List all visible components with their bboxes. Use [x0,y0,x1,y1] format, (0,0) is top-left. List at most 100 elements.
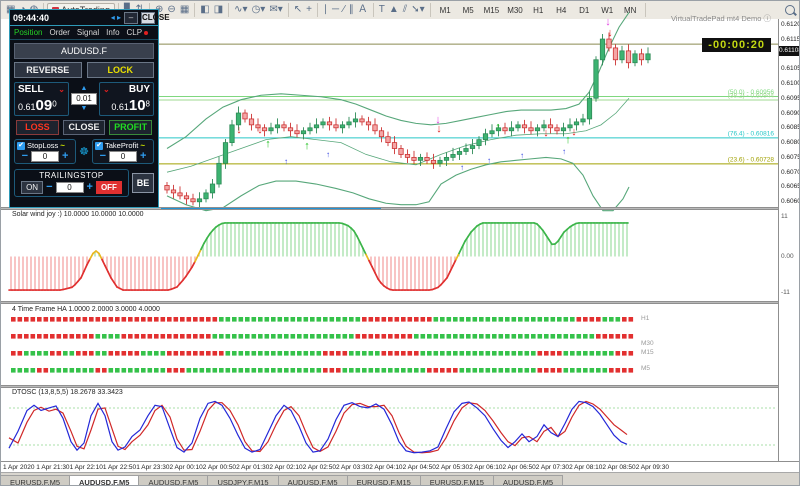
tp-minus-button[interactable]: − [100,151,106,162]
dropdown-icon[interactable]: ∿▾ [234,3,247,17]
shape-tool-icon[interactable]: T [379,3,385,17]
timeframe-button-d1[interactable]: D1 [574,4,595,17]
sl-minus-button[interactable]: − [22,151,28,162]
chart-tab[interactable]: AUDUSD.F,M5 [138,475,209,485]
shape-tool-icon[interactable]: ➘▾ [411,3,424,17]
timeframe-button-m15[interactable]: M15 [481,4,503,17]
price-tick: 0.6100 [781,79,800,87]
takeprofit-checkbox[interactable]: ✔ [95,141,103,150]
price-tick: 0.6060 [781,198,800,206]
panel-tab-order[interactable]: Order [49,28,69,37]
timeframe-button-m1[interactable]: M1 [435,4,456,17]
time-tick-label: 2 Apr 01:30 [236,464,270,471]
breakeven-button[interactable]: BE [132,173,154,193]
sell-button[interactable]: SELL ⌄ 0.61090 [14,82,69,116]
minimize-button[interactable]: – [124,11,138,24]
lock-button[interactable]: LOCK [86,62,154,78]
tp-plus-button[interactable]: + [140,151,146,162]
time-tick-label: 2 Apr 00:50 [202,464,237,471]
stoploss-group: ✔ StopLoss ~ − 0 + [14,139,76,164]
price-axis[interactable]: 0.61200.61150.61100.61050.61000.60950.60… [778,19,800,461]
info-icon[interactable]: ⓘ [764,14,772,23]
symbol-button[interactable]: AUDUSD.F [14,43,154,59]
toolbar-cursor-icons: ↖ + [289,3,318,17]
chart-tab[interactable]: AUDUSD.F,M5 [69,475,140,485]
lot-stepper[interactable]: ▲ 0.01 ▼ [71,82,97,116]
lot-down-icon[interactable]: ▼ [81,105,88,112]
chart-tab[interactable]: EURUSD.F,M15 [419,475,494,485]
draw-tool-icon[interactable]: ∥ [349,3,354,17]
panel-tab-info[interactable]: Info [106,28,119,37]
close-button[interactable]: CLOSE [141,11,170,24]
tf4-row-label: M15 [641,349,654,356]
timeframe-button-w1[interactable]: W1 [597,4,618,17]
panel-clock: 09:44:40 [13,12,50,23]
panel-tab-signal[interactable]: Signal [77,28,99,37]
panel-tab-position[interactable]: Position [14,28,42,37]
zoom-icon[interactable]: ▦ [180,3,189,17]
tp-value[interactable]: 0 [109,151,137,162]
timeframe-button-m30[interactable]: M30 [504,4,526,17]
chart-tab[interactable]: USDJPY.F,M15 [207,475,279,485]
price-tick: 0.6120 [781,20,800,28]
shape-tool-icon[interactable]: ▲ [389,3,399,17]
window-arrange-icon[interactable]: ◧ [200,3,209,17]
toolbar-shape-icons: T ▲ ⫽ ➘▾ [374,3,431,17]
trail-on-button[interactable]: ON [21,181,44,194]
shape-tool-icon[interactable]: ⫽ [403,3,407,17]
current-price-box: 0.61108 [779,46,800,57]
chart-tab[interactable]: EURUSD.F,M15 [346,475,421,485]
timeframe-button-mn[interactable]: MN [620,4,641,17]
sl-value[interactable]: 0 [31,151,59,162]
dropdown-icon[interactable]: ✉▾ [269,3,282,17]
buy-label: BUY [128,84,150,95]
panel-tab-clp[interactable]: CLP [127,28,149,37]
close-loss-button[interactable]: LOSS [16,120,59,135]
time-tick-label: 2 Apr 04:50 [402,464,436,471]
sl-plus-button[interactable]: + [62,151,68,162]
time-tick-label: 2 Apr 02:10 [269,464,303,471]
time-tick-label: 1 Apr 22:10 [69,464,103,471]
trail-off-button[interactable]: OFF [95,181,122,194]
price-tick: 0.6105 [781,65,800,73]
trailingstop-group: TRAILINGSTOP ON − 0 + OFF [14,169,129,197]
price-tick: 0.6065 [781,183,800,191]
buy-button[interactable]: ⌄ BUY 0.61108 [99,82,154,116]
cursor-tool-icon[interactable]: + [306,3,312,17]
panel-nav-arrows[interactable]: ◂ ▸ [111,13,121,22]
cursor-tool-icon[interactable]: ↖ [294,3,302,17]
chart-tab[interactable]: AUDUSD.F,M5 [492,475,563,485]
dtosc-label: DTOSC (13,8,5,5) 18.2678 33.3423 [12,389,123,396]
stoploss-checkbox[interactable]: ✔ [17,141,25,150]
dropdown-icon[interactable]: ◷▾ [252,3,266,17]
gear-icon[interactable]: ☸ [77,145,91,158]
timeframe-button-m5[interactable]: M5 [458,4,479,17]
pane-separator-3[interactable] [1,385,799,388]
draw-tool-icon[interactable]: ─ [332,3,339,17]
timeframe-button-h4[interactable]: H4 [551,4,572,17]
chart-tab[interactable]: EURUSD.F,M5 [1,475,71,485]
lot-value[interactable]: 0.01 [71,93,97,105]
timeframe-button-h1[interactable]: H1 [528,4,549,17]
close-all-button[interactable]: CLOSE [62,120,106,135]
lot-up-icon[interactable]: ▲ [81,85,88,92]
window-arrange-icon[interactable]: ◨ [214,3,223,17]
trail-plus-button[interactable]: + [87,182,93,193]
search-icon[interactable] [785,5,795,15]
takeprofit-label: TakeProfit [105,141,139,150]
chevron-down-icon: ⌄ [103,85,110,94]
close-profit-button[interactable]: PROFIT [109,120,153,135]
panel-titlebar[interactable]: 09:44:40 ◂ ▸ – CLOSE [10,10,170,26]
close-row: LOSS CLOSE PROFIT [16,120,153,135]
separator-highlight [161,208,381,209]
draw-tool-icon[interactable]: ∣ [323,3,328,17]
trailing-row: TRAILINGSTOP ON − 0 + OFF BE [14,169,154,197]
virtual-trade-pad[interactable]: 09:44:40 ◂ ▸ – CLOSE Position Order Signal… [9,9,170,208]
reverse-button[interactable]: REVERSE [14,62,82,78]
trail-minus-button[interactable]: − [46,182,52,193]
pane-separator-2[interactable] [1,301,799,304]
draw-tool-icon[interactable]: Ａ [358,3,368,17]
trail-value[interactable]: 0 [55,182,84,193]
draw-tool-icon[interactable]: ∕ [343,3,345,17]
chart-tab[interactable]: AUDUSD.F,M5 [277,475,348,485]
